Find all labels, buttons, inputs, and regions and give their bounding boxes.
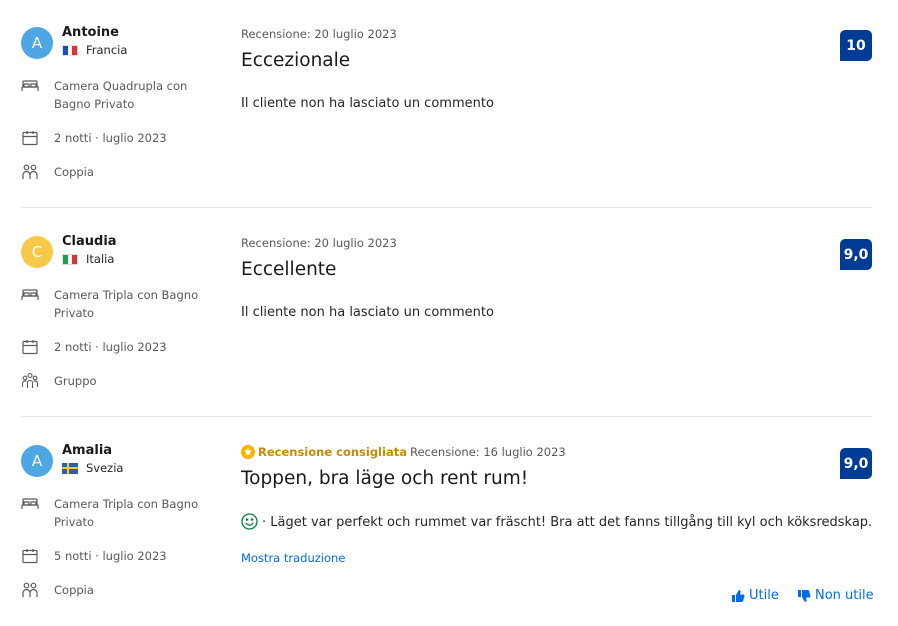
reviewer-name: Antoine <box>62 25 119 40</box>
room-type: Camera Quadrupla con Bagno Privato <box>21 77 224 113</box>
review-text: · Läget var perfekt och rummet var fräsc… <box>241 513 872 530</box>
review-date: Recensione: 20 luglio 2023 <box>241 27 397 41</box>
review-title: Eccellente <box>241 259 337 280</box>
divider <box>21 416 872 417</box>
show-translation-link[interactable]: Mostra traduzione <box>241 551 345 565</box>
thumbs-up-icon <box>732 589 745 602</box>
france-flag-icon <box>62 44 78 56</box>
room-type: Camera Tripla con Bagno Privato <box>21 495 224 531</box>
couple-icon <box>22 164 38 179</box>
traveler-type: Coppia <box>21 163 224 181</box>
calendar-icon <box>22 340 38 355</box>
reviewer-country: Svezia <box>62 461 123 475</box>
stay-label: 5 notti · luglio 2023 <box>54 549 167 563</box>
bed-icon <box>21 289 39 300</box>
country-label: Svezia <box>86 461 124 475</box>
score-badge: 9,0 <box>840 239 872 270</box>
reviewer-name: Amalia <box>62 443 113 458</box>
positive-comment: · Läget var perfekt och rummet var fräsc… <box>262 515 873 530</box>
helpful-label: Utile <box>749 588 779 603</box>
room-type-label: Camera Quadrupla con Bagno Privato <box>54 79 188 111</box>
stay-label: 2 notti · luglio 2023 <box>54 131 167 145</box>
stay-info: 5 notti · luglio 2023 <box>21 547 224 565</box>
review-title: Eccezionale <box>241 50 351 71</box>
group-icon <box>21 372 39 388</box>
traveler-type: Coppia <box>21 581 224 599</box>
bed-icon <box>21 80 39 91</box>
avatar: C <box>21 236 53 268</box>
divider <box>21 207 872 208</box>
thumbs-down-icon <box>798 589 811 602</box>
italy-flag-icon <box>62 253 78 265</box>
traveler-type: Gruppo <box>21 372 224 390</box>
calendar-icon <box>22 131 38 146</box>
smiley-icon <box>241 513 258 530</box>
score-badge: 9,0 <box>840 448 872 479</box>
recommended-label: Recensione consigliata <box>258 445 407 459</box>
room-type-label: Camera Tripla con Bagno Privato <box>54 497 199 529</box>
bed-icon <box>21 498 39 509</box>
stay-label: 2 notti · luglio 2023 <box>54 340 167 354</box>
calendar-icon <box>22 549 38 564</box>
room-type-label: Camera Tripla con Bagno Privato <box>54 288 199 320</box>
avatar: A <box>21 445 53 477</box>
sweden-flag-icon <box>62 462 78 474</box>
not-helpful-button[interactable]: Non utile <box>797 588 874 603</box>
review-date: Recensione: 20 luglio 2023 <box>241 236 397 250</box>
reviewer-country: Francia <box>62 43 127 57</box>
review-text: Il cliente non ha lasciato un commento <box>241 96 494 111</box>
stay-info: 2 notti · luglio 2023 <box>21 129 224 147</box>
traveler-type-label: Gruppo <box>54 374 97 388</box>
avatar: A <box>21 27 53 59</box>
review-date: Recensione consigliata Recensione: 16 lug… <box>241 445 566 459</box>
reviewer-name: Claudia <box>62 234 117 249</box>
not-helpful-label: Non utile <box>815 588 874 603</box>
review-date-label: Recensione: 16 luglio 2023 <box>409 445 566 459</box>
helpful-button[interactable]: Utile <box>731 588 779 603</box>
room-type: Camera Tripla con Bagno Privato <box>21 286 224 322</box>
reviewer-country: Italia <box>62 252 114 266</box>
review-card: C Claudia Italia Camera Tripla con Bagno… <box>21 234 872 396</box>
stay-info: 2 notti · luglio 2023 <box>21 338 224 356</box>
country-label: Francia <box>86 43 128 57</box>
review-text: Il cliente non ha lasciato un commento <box>241 305 494 320</box>
traveler-type-label: Coppia <box>54 583 94 597</box>
review-card: A Antoine Francia Camera Quadrupla con B… <box>21 25 872 187</box>
traveler-type-label: Coppia <box>54 165 94 179</box>
star-badge-icon <box>241 445 255 459</box>
score-badge: 10 <box>840 30 872 61</box>
couple-icon <box>22 582 38 597</box>
review-title: Toppen, bra läge och rent rum! <box>241 468 529 489</box>
country-label: Italia <box>86 252 115 266</box>
